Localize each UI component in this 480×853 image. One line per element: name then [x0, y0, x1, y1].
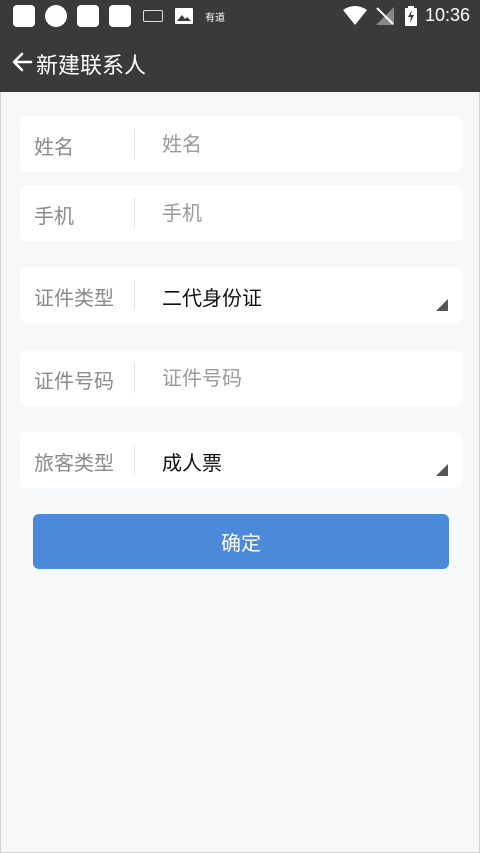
app-square-icon: [77, 5, 99, 27]
arrow-back-icon: [12, 52, 33, 72]
confirm-button[interactable]: 确定: [33, 514, 449, 569]
app-circle-icon: [45, 5, 67, 27]
passenger-type-label: 旅客类型: [34, 451, 114, 475]
clock: 10:36: [424, 5, 470, 25]
id-number-field-row: 证件号码: [20, 350, 462, 406]
id-number-input[interactable]: [150, 358, 440, 398]
passenger-type-value: 成人票: [162, 451, 222, 475]
keyboard-icon: [143, 10, 163, 22]
battery-charging-icon: [404, 5, 417, 26]
name-field-row: 姓名: [20, 116, 462, 172]
id-type-select[interactable]: 证件类型 二代身份证: [20, 267, 462, 323]
field-divider: [134, 280, 135, 310]
no-signal-icon: [375, 6, 394, 25]
app-square-icon: [13, 5, 35, 27]
field-divider: [134, 445, 135, 475]
dropdown-arrow-icon: [436, 464, 448, 476]
wifi-icon: [342, 5, 367, 25]
field-divider: [134, 363, 135, 393]
system-icons: 10:36: [342, 5, 470, 26]
passenger-type-select[interactable]: 旅客类型 成人票: [20, 432, 462, 488]
name-input[interactable]: [150, 124, 440, 164]
notification-icons: 有道: [13, 5, 225, 27]
app-square-icon: [109, 5, 131, 27]
back-button[interactable]: [6, 46, 38, 78]
app-bar: 新建联系人: [0, 32, 480, 92]
phone-field-row: 手机: [20, 185, 462, 241]
id-type-value: 二代身份证: [162, 286, 262, 310]
page-title: 新建联系人: [36, 54, 147, 79]
status-bar: 有道 10:36: [0, 0, 480, 32]
dropdown-arrow-icon: [436, 299, 448, 311]
phone-input[interactable]: [150, 193, 440, 233]
id-type-label: 证件类型: [34, 286, 114, 310]
youdao-icon: 有道: [205, 12, 225, 24]
image-icon: [175, 8, 193, 24]
name-label: 姓名: [34, 135, 74, 159]
field-divider: [134, 198, 135, 228]
form-container: 姓名 手机 证件类型 二代身份证 证件号码 旅客类型 成人票 确定: [0, 92, 480, 853]
phone-label: 手机: [34, 204, 74, 228]
id-number-label: 证件号码: [34, 369, 114, 393]
field-divider: [134, 129, 135, 159]
